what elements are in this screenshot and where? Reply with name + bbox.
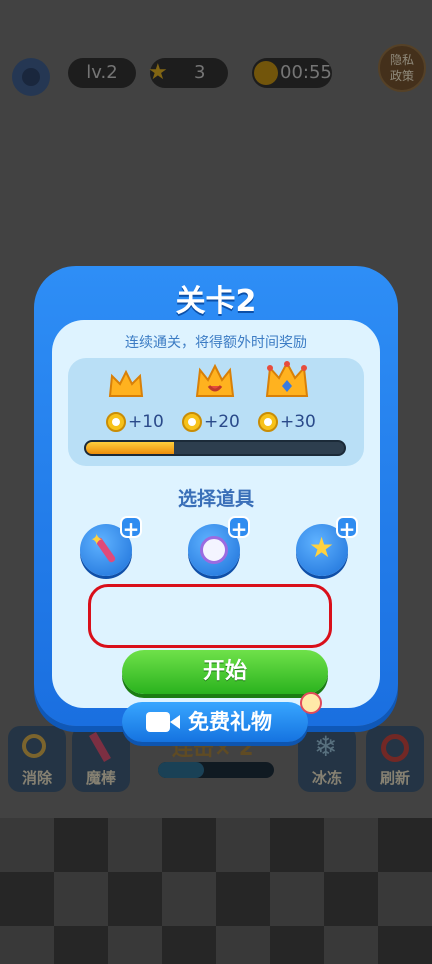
clock-icon [200, 536, 228, 564]
free-gift-label: 免费礼物 [188, 710, 272, 734]
dialog-panel: 连续通关，将得额外时间奖励 +10 +20 +30 选择道具 ✦ + + ★ +… [52, 320, 380, 742]
reward-progress-fill [86, 442, 174, 454]
item-section-label: 选择道具 [177, 488, 254, 510]
dialog-subtitle: 连续通关，将得额外时间奖励 [125, 335, 307, 351]
reward-bonus-3: +30 [258, 410, 316, 434]
stopwatch-icon [258, 412, 278, 432]
star-icon: ★ [309, 531, 335, 564]
stopwatch-icon [182, 412, 202, 432]
video-camera-icon [146, 712, 170, 732]
start-button[interactable]: 开始 [122, 650, 328, 694]
reward-box: +10 +20 +30 [68, 358, 364, 466]
crown-medium-icon [195, 363, 235, 397]
reward-bonus-1: +10 [106, 410, 164, 434]
alarm-clock-badge-icon [300, 692, 322, 714]
add-item-icon[interactable]: + [228, 516, 250, 540]
start-button-highlight [88, 584, 332, 648]
item-wand-button[interactable]: ✦ + [80, 516, 142, 576]
item-clock-button[interactable]: + [188, 516, 250, 576]
reward-progress-bar [84, 440, 346, 456]
dialog-title: 关卡2 [175, 284, 257, 319]
item-star-button[interactable]: ★ + [296, 516, 358, 576]
bonus-value: +20 [204, 412, 240, 432]
free-gift-button[interactable]: 免费礼物 [122, 692, 322, 742]
crown-small-icon [108, 369, 144, 397]
add-item-icon[interactable]: + [336, 516, 358, 540]
reward-bonus-2: +20 [182, 410, 240, 434]
bonus-value: +10 [128, 412, 164, 432]
video-camera-lens-icon [170, 715, 180, 729]
bonus-value: +30 [280, 412, 316, 432]
sparkle-icon: ✦ [90, 530, 104, 549]
stopwatch-icon [106, 412, 126, 432]
level-dialog: 关卡2 连续通关，将得额外时间奖励 +10 +20 +30 选择道具 ✦ + +… [34, 266, 398, 742]
crown-large-icon [265, 360, 309, 397]
add-item-icon[interactable]: + [120, 516, 142, 540]
